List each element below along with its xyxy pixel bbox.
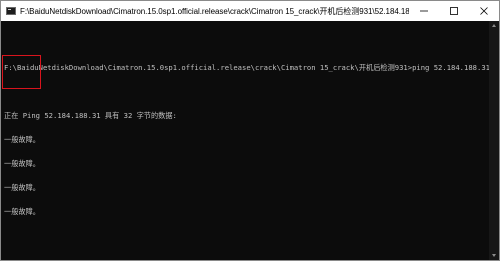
maximize-icon	[450, 7, 458, 15]
console-output[interactable]: F:\BaiduNetdiskDownload\Cimatron.15.0sp1…	[1, 21, 500, 260]
output-line: 一般故障。	[4, 207, 40, 216]
ping-header: 正在 Ping 52.184.188.31 具有 32 字节的数据:	[4, 111, 177, 120]
close-icon	[480, 7, 488, 15]
window-title: F:\BaiduNetdiskDownload\Cimatron.15.0sp1…	[20, 6, 409, 16]
console-app-icon	[6, 7, 16, 15]
window-controls	[409, 1, 499, 21]
output-line: 一般故障。	[4, 159, 40, 168]
scroll-down-arrow-icon[interactable]	[492, 254, 496, 257]
minimize-button[interactable]	[409, 1, 439, 21]
close-button[interactable]	[469, 1, 499, 21]
console-window: F:\BaiduNetdiskDownload\Cimatron.15.0sp1…	[0, 0, 500, 261]
command-line: F:\BaiduNetdiskDownload\Cimatron.15.0sp1…	[4, 63, 500, 72]
maximize-button[interactable]	[439, 1, 469, 21]
output-line: 一般故障。	[4, 135, 40, 144]
minimize-icon	[420, 10, 428, 12]
output-line: 一般故障。	[4, 183, 40, 192]
vertical-scrollbar[interactable]	[489, 21, 499, 260]
title-bar[interactable]: F:\BaiduNetdiskDownload\Cimatron.15.0sp1…	[1, 1, 499, 21]
highlight-annotation-box	[2, 55, 41, 89]
scroll-up-arrow-icon[interactable]	[492, 24, 496, 27]
